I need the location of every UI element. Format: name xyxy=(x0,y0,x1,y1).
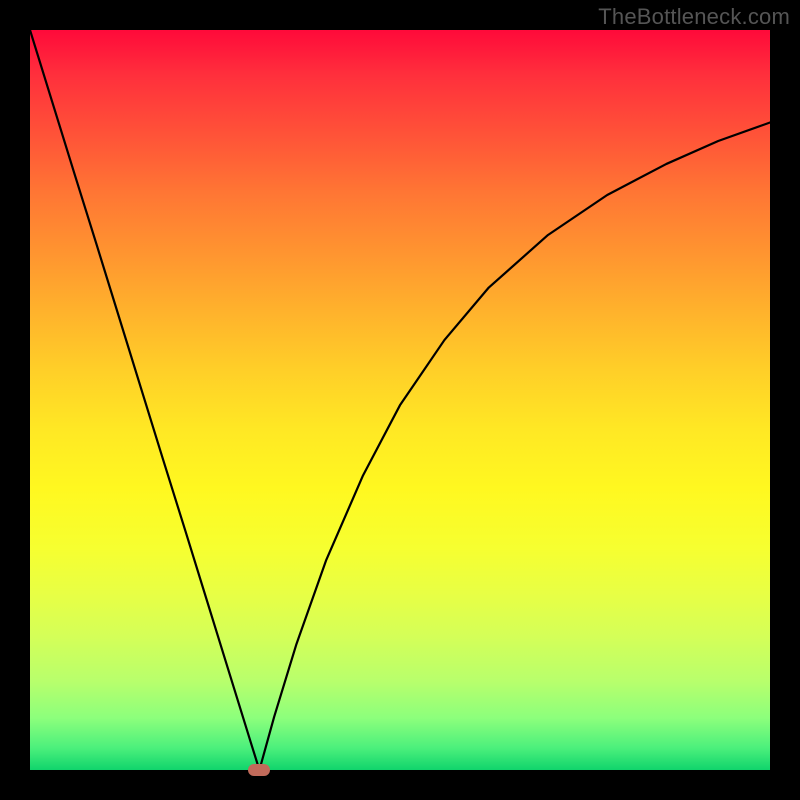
attribution-label: TheBottleneck.com xyxy=(598,4,790,30)
minimum-marker xyxy=(248,764,270,776)
curve-svg xyxy=(30,30,770,770)
curve-right-branch xyxy=(259,123,770,771)
plot-area xyxy=(30,30,770,770)
chart-frame: TheBottleneck.com xyxy=(0,0,800,800)
curve-left-branch xyxy=(30,30,259,770)
